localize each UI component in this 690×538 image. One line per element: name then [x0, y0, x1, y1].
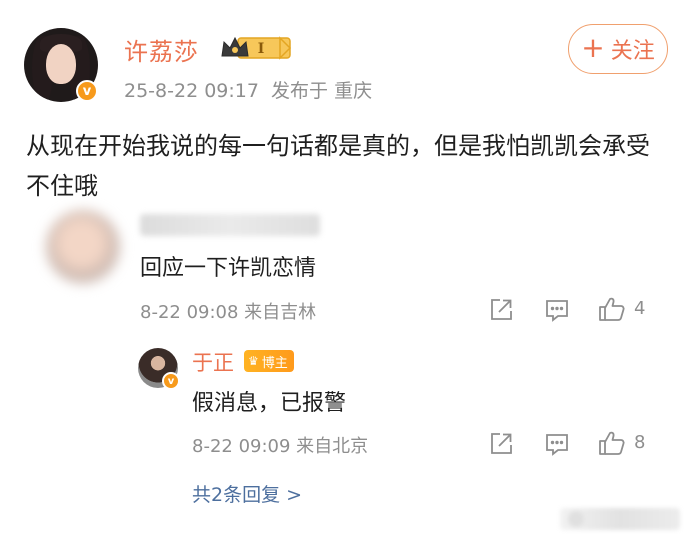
share-icon[interactable]: [488, 431, 514, 457]
commenter-avatar-blurred[interactable]: [46, 210, 120, 284]
level-text: I: [258, 41, 265, 57]
crown-icon: ♛: [248, 354, 259, 368]
reply-author-name[interactable]: 于正: [192, 347, 234, 377]
reply-text: 假消息，已报警: [192, 391, 347, 416]
comment-icon[interactable]: [544, 431, 570, 457]
blogger-badge-label: 博主: [261, 355, 288, 371]
blogger-badge: ♛ 博主: [244, 350, 294, 372]
comment-icon[interactable]: [544, 297, 570, 323]
comment-like-count: 4: [634, 298, 646, 319]
more-replies-link[interactable]: 共2条回复 >: [192, 480, 302, 507]
commenter-name-blurred[interactable]: [140, 214, 320, 236]
like-icon[interactable]: [598, 429, 625, 455]
watermark-blurred: [560, 508, 680, 530]
crown-level-icon: I: [220, 34, 292, 62]
verified-v-icon: v: [162, 372, 180, 390]
post-author-name[interactable]: 许荔莎: [124, 32, 199, 67]
comment-time-location: 8-22 09:08 来自吉林: [140, 302, 317, 323]
reply-time-location: 8-22 09:09 来自北京: [192, 436, 369, 457]
like-icon[interactable]: [598, 295, 625, 321]
comment-text: 回应一下许凯恋情: [140, 256, 317, 281]
follow-button[interactable]: + 关注: [568, 24, 668, 74]
verified-v-icon: v: [76, 80, 98, 102]
reply-like-count: 8: [634, 432, 646, 453]
post-time-location: 25-8-22 09:17 发布于 重庆: [124, 80, 373, 102]
post-text: 从现在开始我说的每一句话都是真的，但是我怕凯凯会承受不住哦: [26, 132, 650, 200]
follow-label: 关注: [610, 39, 655, 64]
plus-icon: +: [581, 31, 605, 64]
share-icon[interactable]: [488, 297, 514, 323]
